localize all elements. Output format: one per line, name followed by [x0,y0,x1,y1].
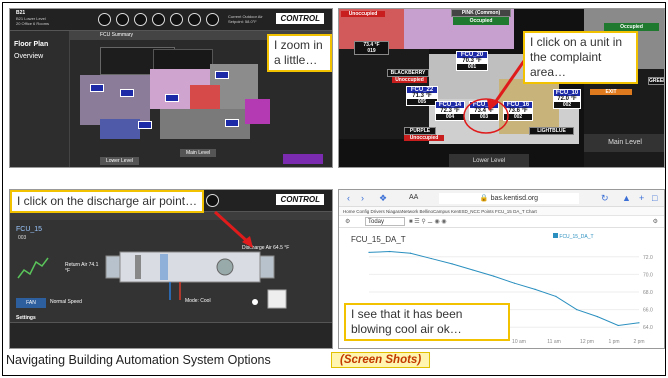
room-block-blue [100,119,140,139]
data-point [596,316,599,318]
settings-title: Settings [16,315,36,321]
unit-tag[interactable] [90,84,104,92]
y-tick-label: 66.0 [643,308,653,314]
callout-click-unit: I click on a unit in the complaint area… [523,31,638,84]
x-tick-label: 1 pm [608,339,619,345]
data-point [555,295,557,297]
slide-caption: Navigating Building Automation System Op… [6,353,271,367]
tab-fcu-summary[interactable]: FCU Summary [100,32,133,38]
lower-level-button[interactable]: Lower Level [449,154,529,167]
data-point [576,309,578,311]
x-tick-label: 2 pm [633,339,644,345]
data-point [472,269,474,271]
y-tick-label: 68.0 [643,290,653,296]
slide-frame: B21 B21 Lower Level 20 Office 6 Rooms Cu… [2,2,666,376]
control-logo: CONTROL [276,13,324,24]
graphics-icon[interactable] [134,13,147,26]
settings-table [10,322,332,348]
left-menu: Floor Plan Overview [10,31,70,167]
menu-overview[interactable]: Overview [14,53,43,60]
lower-level-button[interactable]: Lower Level [100,157,139,165]
y-tick-label: 64.0 [643,325,653,331]
unit-tag[interactable] [225,119,239,127]
data-point [389,250,391,253]
x-tick-label: 10 am [512,339,526,345]
chart-icon[interactable] [152,13,165,26]
unit-tag[interactable] [138,121,152,129]
highlight-circle [463,98,509,134]
unit-tag[interactable] [215,71,229,79]
y-tick-label: 72.0 [643,255,653,261]
bas-header: B21 B21 Lower Level 20 Office 6 Rooms Cu… [10,9,332,31]
data-point [617,324,619,327]
home-icon[interactable] [98,13,111,26]
data-point [409,252,412,254]
zoomed-floor-plan-screenshot: Unoccupied 73.4 °F 019 PINK (Common) Occu… [338,8,665,168]
room-block-red [190,85,220,109]
callout-zoom: I zoom in a little… [267,34,332,72]
data-point [534,288,536,290]
room-block-magenta [245,99,270,124]
data-point [493,275,495,277]
summary-table-2 [153,49,213,71]
outdoor-air-readout: Current Outdoor Air Setpoint: 58.0°F [228,14,263,24]
legend-box [283,154,323,164]
site-info: B21 B21 Lower Level 20 Office 6 Rooms [16,10,50,27]
water-icon[interactable] [188,13,201,26]
menu-floor-plan[interactable]: Floor Plan [14,41,48,48]
data-point [513,282,515,284]
fan-button[interactable]: FAN [16,298,46,308]
schedule-icon[interactable] [170,13,183,26]
unit-tag[interactable] [120,89,134,97]
callout-click-discharge: I click on the discharge air point… [10,190,205,213]
pointer-arrow [213,210,250,244]
x-tick-label: 12 pm [580,339,594,345]
trend-chart-screenshot: ‹ › ❖ AA 🔒 bas.kentisd.org ↻ ▲ + □ Home … [338,189,665,349]
data-point [451,263,453,265]
main-level-button[interactable]: Main Level [584,134,664,152]
main-level-button[interactable]: Main Level [180,149,217,157]
callout-cool-air: I see that it has been blowing cool air … [344,303,510,341]
room-block [80,75,150,125]
fcu-graphic-screenshot: CONTROL FCU_15 003 Discharge Air 64.5 °F… [9,189,333,349]
fan-status: Normal Speed [50,299,82,305]
unit-tag[interactable] [165,94,179,102]
data-point [430,257,432,260]
alarm-icon[interactable] [116,13,129,26]
y-tick-label: 70.0 [643,272,653,278]
floor-plan-overview-screenshot: B21 B21 Lower Level 20 Office 6 Rooms Cu… [9,8,333,168]
x-tick-label: 11 am [547,339,561,345]
caption-tag: (Screen Shots) [331,352,431,368]
pointer-arrow [492,60,526,105]
data-point [638,322,640,324]
flame-icon[interactable] [206,13,219,26]
data-point [368,251,370,253]
